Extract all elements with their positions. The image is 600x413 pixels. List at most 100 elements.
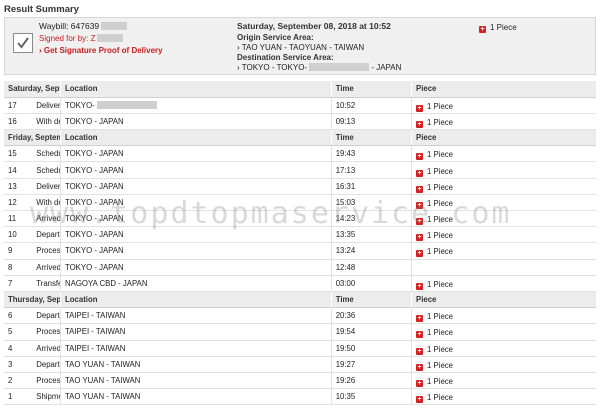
shipment-summary-panel: Waybill: 647639 Signed for by: Z › Get S… bbox=[4, 17, 596, 75]
piece-count[interactable]: 1 Piece bbox=[427, 280, 453, 289]
table-row: 5Processed at TAIPEI - TAIWANTAIPEI - TA… bbox=[4, 323, 596, 341]
checkpoint-number: 15 bbox=[4, 145, 33, 163]
checkpoint-location: TOKYO - JAPAN bbox=[60, 259, 332, 276]
origin-value: › TAO YUAN - TAOYUAN - TAIWAN bbox=[237, 43, 365, 52]
checkpoint-location: TOKYO- bbox=[60, 97, 332, 114]
plus-square-icon[interactable]: + bbox=[416, 104, 424, 112]
checkpoint-activity: Arrived at Sort Facility TOKYO - JAPAN bbox=[32, 259, 61, 276]
checkpoint-activity: Delivered - Signed for by: bbox=[32, 97, 61, 114]
plus-square-icon[interactable]: + bbox=[479, 26, 486, 33]
checkpoint-number: 7 bbox=[4, 275, 33, 292]
checkpoint-piece: +1 Piece bbox=[411, 323, 596, 341]
piece-count[interactable]: 1 Piece bbox=[427, 345, 453, 354]
column-header-location: Location bbox=[60, 291, 332, 309]
group-date: Thursday, September 06, 2018 bbox=[4, 291, 61, 309]
table-row: 11Arrived at Delivery Facility in TOKYO … bbox=[4, 210, 596, 228]
checkpoint-location: TOKYO - JAPAN bbox=[60, 194, 332, 212]
column-header-piece: Piece bbox=[411, 81, 596, 98]
table-row: 16With delivery courierTOKYO - JAPAN09:1… bbox=[4, 113, 596, 131]
column-header-piece: Piece bbox=[411, 129, 596, 147]
summary-piece-count[interactable]: +1 Piece bbox=[479, 23, 517, 33]
group-date: Friday, September 07, 2018 bbox=[4, 129, 61, 147]
checkpoint-location: TAO YUAN - TAIWAN bbox=[60, 388, 332, 406]
plus-square-icon[interactable]: + bbox=[416, 363, 424, 371]
checkpoint-piece: +1 Piece bbox=[411, 242, 596, 260]
column-header-time: Time bbox=[330, 129, 412, 147]
checkpoint-location: TOKYO - JAPAN bbox=[60, 113, 332, 131]
summary-date: Saturday, September 08, 2018 at 10:52 bbox=[237, 21, 391, 31]
signature-proof-link[interactable]: › Get Signature Proof of Delivery bbox=[39, 46, 163, 55]
checkpoint-time: 20:36 bbox=[330, 307, 412, 325]
column-header-location: Location bbox=[60, 129, 332, 147]
checkpoint-number: 17 bbox=[4, 97, 33, 114]
table-row: 10Departed Facility in TOKYO - JAPANTOKY… bbox=[4, 226, 596, 244]
checkpoint-activity: Scheduled for delivery bbox=[32, 161, 61, 179]
checkpoint-location: TOKYO - JAPAN bbox=[60, 210, 332, 228]
checkpoint-location: TOKYO - JAPAN bbox=[60, 178, 332, 195]
checkpoint-number: 5 bbox=[4, 323, 33, 341]
plus-square-icon[interactable]: + bbox=[416, 315, 424, 323]
piece-count[interactable]: 1 Piece bbox=[427, 377, 453, 386]
date-group-header: Thursday, September 06, 2018LocationTime… bbox=[4, 291, 596, 309]
plus-square-icon[interactable]: + bbox=[416, 250, 424, 258]
plus-square-icon[interactable]: + bbox=[416, 153, 424, 161]
plus-square-icon[interactable]: + bbox=[416, 201, 424, 209]
piece-count[interactable]: 1 Piece bbox=[427, 393, 453, 402]
checkpoint-activity: Departed Facility in TAIPEI - TAIWAN bbox=[32, 307, 61, 325]
plus-square-icon[interactable]: + bbox=[416, 218, 424, 226]
checkpoint-location: TAIPEI - TAIWAN bbox=[60, 323, 332, 341]
plus-square-icon[interactable]: + bbox=[416, 396, 424, 404]
redacted-block bbox=[101, 22, 128, 30]
piece-count[interactable]: 1 Piece bbox=[427, 199, 453, 208]
signed-for-by: Signed for by: Z bbox=[39, 34, 124, 43]
checkpoint-activity: Arrived at Delivery Facility in TOKYO - … bbox=[32, 210, 61, 228]
piece-count[interactable]: 1 Piece bbox=[427, 215, 453, 224]
piece-count[interactable]: 1 Piece bbox=[427, 118, 453, 127]
plus-square-icon[interactable]: + bbox=[416, 347, 424, 355]
plus-square-icon[interactable]: + bbox=[416, 169, 424, 177]
checkpoint-activity: Processed at TAO YUAN - TAIWAN bbox=[32, 372, 61, 390]
table-row: 14Scheduled for deliveryTOKYO - JAPAN17:… bbox=[4, 161, 596, 179]
checkpoint-location: TAIPEI - TAIWAN bbox=[60, 307, 332, 325]
table-row: 15Scheduled for delivery as agreedTOKYO … bbox=[4, 145, 596, 163]
checkpoint-piece: +1 Piece bbox=[411, 178, 596, 195]
checkpoint-activity: Shipment picked up bbox=[32, 388, 61, 406]
piece-count[interactable]: 1 Piece bbox=[427, 247, 453, 256]
checkpoint-piece bbox=[411, 259, 596, 276]
checkpoint-time: 16:31 bbox=[330, 178, 412, 195]
column-header-time: Time bbox=[330, 291, 412, 309]
checkpoint-time: 19:54 bbox=[330, 323, 412, 341]
table-row: 8Arrived at Sort Facility TOKYO - JAPANT… bbox=[4, 259, 596, 276]
checkpoint-piece: +1 Piece bbox=[411, 145, 596, 163]
checkpoint-time: 14:23 bbox=[330, 210, 412, 228]
piece-count[interactable]: 1 Piece bbox=[427, 231, 453, 240]
piece-count[interactable]: 1 Piece bbox=[427, 328, 453, 337]
plus-square-icon[interactable]: + bbox=[416, 379, 424, 387]
checkpoint-time: 10:35 bbox=[330, 388, 412, 406]
checkpoint-activity: Departed Facility in TOKYO - JAPAN bbox=[32, 226, 61, 244]
checkpoint-number: 4 bbox=[4, 340, 33, 357]
checkpoint-location: TAO YUAN - TAIWAN bbox=[60, 356, 332, 373]
checkpoint-number: 10 bbox=[4, 226, 33, 244]
checkpoint-location: TOKYO - JAPAN bbox=[60, 226, 332, 244]
checkpoint-time: 13:24 bbox=[330, 242, 412, 260]
piece-count[interactable]: 1 Piece bbox=[427, 183, 453, 192]
table-row: 9Processed at TOKYO - JAPANTOKYO - JAPAN… bbox=[4, 242, 596, 260]
piece-count[interactable]: 1 Piece bbox=[427, 361, 453, 370]
piece-count[interactable]: 1 Piece bbox=[427, 150, 453, 159]
checkpoint-number: 12 bbox=[4, 194, 33, 212]
piece-count[interactable]: 1 Piece bbox=[427, 312, 453, 321]
checkpoint-number: 2 bbox=[4, 372, 33, 390]
checkpoint-location: TAO YUAN - TAIWAN bbox=[60, 372, 332, 390]
group-date: Saturday, September 08, 2018 bbox=[4, 81, 61, 98]
plus-square-icon[interactable]: + bbox=[416, 234, 424, 242]
plus-square-icon[interactable]: + bbox=[416, 120, 424, 128]
checkpoint-number: 6 bbox=[4, 307, 33, 325]
plus-square-icon[interactable]: + bbox=[416, 331, 424, 339]
plus-square-icon[interactable]: + bbox=[416, 185, 424, 193]
plus-square-icon[interactable]: + bbox=[416, 282, 424, 290]
checkpoint-activity: Delivery attempted; recipient not home bbox=[32, 178, 61, 195]
piece-count[interactable]: 1 Piece bbox=[427, 102, 453, 111]
checkpoint-time: 10:52 bbox=[330, 97, 412, 114]
piece-count[interactable]: 1 Piece bbox=[427, 167, 453, 176]
